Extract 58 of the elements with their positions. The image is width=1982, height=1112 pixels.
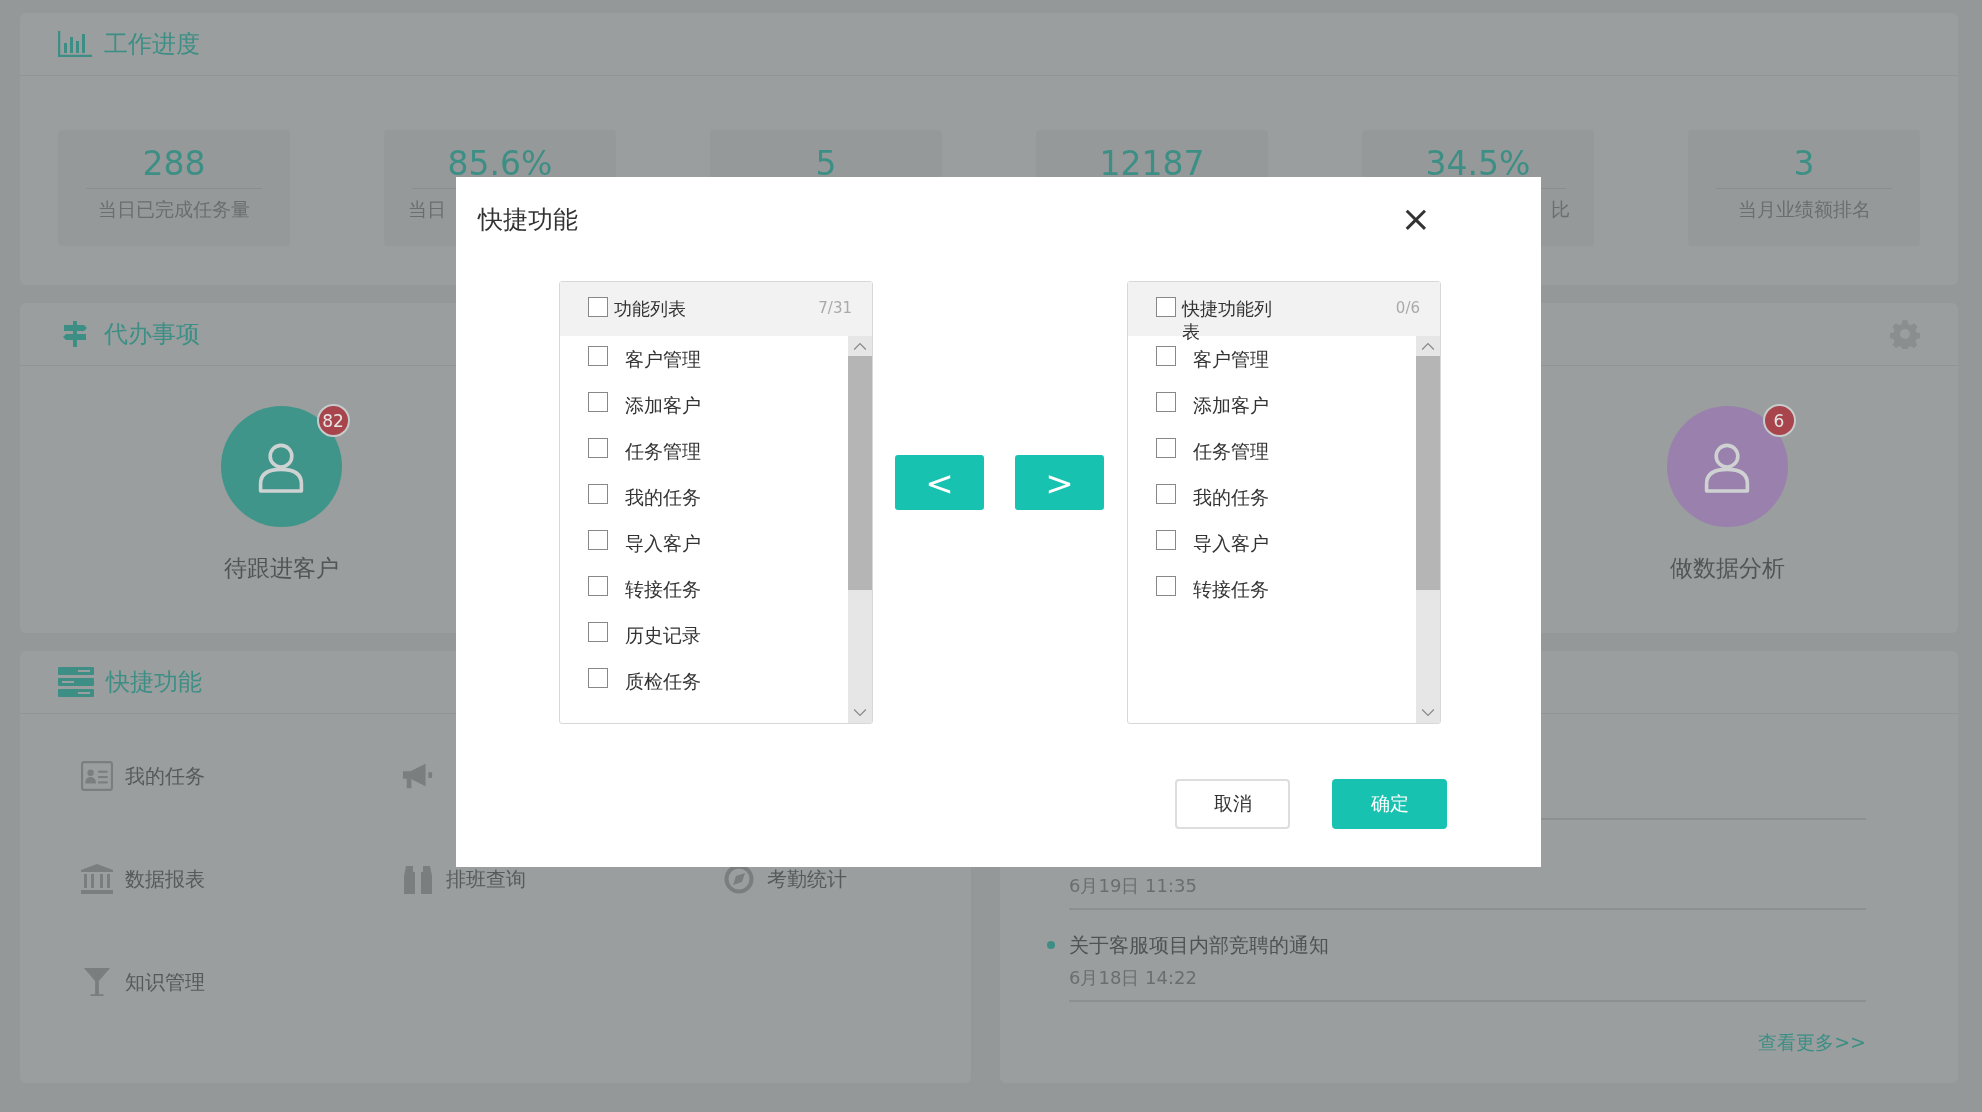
stat-value: 85.6%	[447, 146, 553, 183]
stat-value: 288	[142, 146, 206, 183]
scrollbar[interactable]	[848, 336, 872, 723]
checkbox[interactable]	[588, 438, 608, 458]
stack-icon	[58, 667, 94, 697]
selection-count: 0/6	[1395, 298, 1420, 317]
bullet-dot-icon	[1047, 941, 1055, 949]
count-badge: 82	[316, 404, 350, 437]
checkbox[interactable]	[1156, 392, 1176, 412]
checkbox[interactable]	[1156, 438, 1176, 458]
close-button[interactable]: ×	[1396, 201, 1435, 237]
dialog-title: 快捷功能	[478, 203, 578, 236]
list-item-label[interactable]: 转接任务	[625, 576, 701, 602]
checkbox[interactable]	[588, 297, 608, 317]
selection-count: 7/31	[818, 298, 852, 317]
list-item-label[interactable]: 导入客户	[625, 530, 701, 556]
checkbox[interactable]	[1156, 297, 1176, 317]
scrollbar[interactable]	[1416, 336, 1440, 723]
checkbox[interactable]	[1156, 346, 1176, 366]
checkbox[interactable]	[588, 484, 608, 504]
list-item-label[interactable]: 客户管理	[625, 346, 701, 372]
stat-value: 34.5%	[1425, 146, 1531, 183]
list-item-label[interactable]: 任务管理	[1193, 438, 1269, 464]
panel-title: 工作进度	[104, 29, 200, 60]
checkbox[interactable]	[1156, 576, 1176, 596]
list-item-label[interactable]: 历史记录	[625, 622, 701, 648]
scroll-up-icon[interactable]	[853, 341, 867, 351]
checkbox[interactable]	[588, 346, 608, 366]
list-item-label[interactable]: 添加客户	[625, 392, 701, 418]
checkbox[interactable]	[588, 622, 608, 642]
list-item-label[interactable]: 我的任务	[625, 484, 701, 510]
list-item-label[interactable]: 我的任务	[1193, 484, 1269, 510]
checkbox[interactable]	[588, 530, 608, 550]
stat-value: 12187	[1099, 146, 1205, 183]
stat-value: 5	[815, 146, 837, 183]
panel-title: 代办事项	[104, 319, 200, 350]
list-title: 快捷功能列表	[1182, 297, 1273, 344]
checkbox[interactable]	[588, 576, 608, 596]
list-item-label[interactable]: 质检任务	[625, 668, 701, 694]
count-badge: 6	[1762, 404, 1796, 437]
stat-value: 3	[1793, 146, 1815, 183]
list-title: 功能列表	[614, 297, 687, 321]
scroll-down-icon[interactable]	[853, 708, 867, 718]
checkbox[interactable]	[1156, 484, 1176, 504]
panel-title: 快捷功能	[106, 667, 202, 698]
list-item-label[interactable]: 客户管理	[1193, 346, 1269, 372]
checkbox[interactable]	[1156, 530, 1176, 550]
checkbox[interactable]	[588, 668, 608, 688]
list-item-label[interactable]: 任务管理	[625, 438, 701, 464]
scroll-down-icon[interactable]	[1421, 708, 1435, 718]
list-item-label[interactable]: 导入客户	[1193, 530, 1269, 556]
cancel-button[interactable]: 取消	[1175, 779, 1290, 829]
compass-icon[interactable]	[723, 864, 755, 894]
checkbox[interactable]	[588, 392, 608, 412]
list-item-label[interactable]: 添加客户	[1193, 392, 1269, 418]
scroll-up-icon[interactable]	[1421, 341, 1435, 351]
bar-chart-icon	[58, 31, 92, 57]
list-item-label[interactable]: 转接任务	[1193, 576, 1269, 602]
